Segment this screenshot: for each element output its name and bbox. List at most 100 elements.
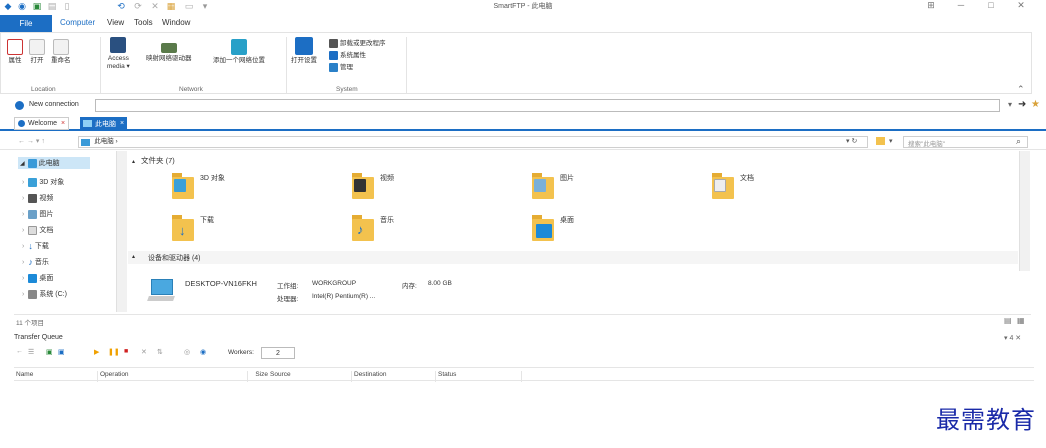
- quick-connect-icon[interactable]: ★: [1031, 99, 1040, 110]
- go-arrow-icon[interactable]: ➜: [1018, 99, 1026, 110]
- tree-item-3d-objects[interactable]: › 3D 对象: [22, 177, 64, 187]
- folders-header-label: 文件夹 (7): [141, 156, 175, 165]
- tab-tools[interactable]: Tools: [134, 18, 153, 27]
- map-drive-button[interactable]: 映射网络驱动器: [146, 43, 192, 63]
- content-scrollbar[interactable]: [1019, 151, 1030, 271]
- group-separator: [406, 37, 407, 93]
- folder-music[interactable]: ♪ 音乐: [352, 215, 394, 241]
- minimize-button[interactable]: ─: [946, 0, 976, 13]
- open-settings-button[interactable]: 打开设置: [291, 37, 317, 65]
- back-icon[interactable]: ←: [16, 348, 23, 355]
- close-tab-icon[interactable]: ×: [61, 120, 65, 127]
- network-drive-icon: [160, 43, 177, 53]
- tab-this-pc[interactable]: 此电脑 ×: [80, 117, 128, 130]
- file-menu[interactable]: File: [0, 15, 52, 32]
- properties-button[interactable]: 属性: [7, 39, 23, 65]
- open-label: 打开: [30, 57, 44, 64]
- column-source[interactable]: Source: [268, 371, 352, 382]
- rename-button[interactable]: 重命名: [51, 39, 71, 65]
- list-icon[interactable]: ☰: [28, 348, 34, 356]
- tree-scrollbar[interactable]: [116, 151, 127, 312]
- access-media-button[interactable]: Access media ▾: [107, 37, 130, 71]
- save-queue-icon[interactable]: ▣: [58, 348, 65, 356]
- close-tab-icon[interactable]: ×: [120, 120, 124, 127]
- move-icon[interactable]: ⇅: [157, 348, 163, 356]
- tree-item-music[interactable]: › ♪ 音乐: [22, 257, 49, 267]
- column-name[interactable]: Name: [14, 371, 98, 382]
- navigation-buttons[interactable]: ← → ▾ ↑: [18, 137, 45, 145]
- folder-icon: [712, 173, 734, 199]
- tree-item-downloads[interactable]: › ↓ 下载: [22, 241, 49, 251]
- column-size[interactable]: Size: [248, 371, 268, 382]
- settings-gear-icon: [295, 37, 313, 55]
- tree-item-videos[interactable]: › 视频: [22, 193, 53, 203]
- restore-button[interactable]: ⊞: [916, 0, 946, 13]
- load-queue-icon[interactable]: ▣: [46, 348, 53, 356]
- connection-bar: New connection ▾ ➜ ★: [0, 99, 1046, 113]
- chevron-down-icon[interactable]: ▾: [889, 137, 893, 145]
- folder-pictures[interactable]: 图片: [532, 173, 574, 199]
- connection-address-input[interactable]: [95, 99, 1000, 112]
- folder-nav-icon[interactable]: [876, 137, 885, 145]
- folder-videos[interactable]: 视频: [352, 173, 394, 199]
- details-view-icon[interactable]: ▤: [1004, 316, 1012, 325]
- folders-section-header[interactable]: ▴ 文件夹 (7): [132, 155, 175, 166]
- column-destination[interactable]: Destination: [352, 371, 436, 382]
- tree-item-label: 音乐: [34, 259, 49, 266]
- access-media-label-2: media ▾: [107, 63, 130, 70]
- search-input[interactable]: 搜索"此电脑": [903, 136, 1028, 148]
- remove-icon[interactable]: ✕: [141, 348, 147, 356]
- search-icon[interactable]: ⌕: [1016, 136, 1021, 147]
- transfer-queue-toolbar: ← ☰ ▣ ▣ ▶ ❚❚ ■ ✕ ⇅ ◎ ◉ Workers: 2: [14, 347, 1034, 361]
- document-tabs: Welcome × 此电脑 ×: [0, 116, 1046, 131]
- refresh-button[interactable]: ▾ ↻: [846, 137, 857, 145]
- computer-name[interactable]: DESKTOP-VN16FKH: [185, 279, 257, 288]
- system-properties-button[interactable]: 系统属性: [329, 49, 366, 60]
- column-operation[interactable]: Operation: [98, 371, 248, 382]
- collapse-icon: ▴: [132, 159, 136, 165]
- close-button[interactable]: ✕: [1006, 0, 1036, 13]
- tree-item-system-drive[interactable]: › 系统 (C:): [22, 289, 67, 299]
- tab-welcome[interactable]: Welcome ×: [14, 117, 70, 130]
- dropdown-icon[interactable]: ▾: [1008, 100, 1012, 109]
- tree-item-this-pc[interactable]: ◢ 此电脑: [18, 157, 90, 169]
- computer-device-icon[interactable]: [147, 279, 175, 305]
- folder-documents[interactable]: 文档: [712, 173, 754, 199]
- bandwidth-icon[interactable]: ◉: [200, 348, 206, 356]
- window-title: SmartFTP - 此电脑: [493, 3, 553, 10]
- folder-desktop[interactable]: 桌面: [532, 215, 574, 241]
- workers-stepper[interactable]: 2: [261, 347, 295, 359]
- maximize-button[interactable]: □: [976, 0, 1006, 13]
- tree-item-desktop[interactable]: › 桌面: [22, 273, 53, 283]
- tree-item-label: 视频: [39, 195, 54, 202]
- tab-this-pc-label: 此电脑: [95, 120, 116, 128]
- map-drive-label: 映射网络驱动器: [146, 55, 192, 62]
- column-status[interactable]: Status: [436, 371, 522, 382]
- tab-window[interactable]: Window: [162, 18, 190, 27]
- group-label-system: System: [336, 86, 358, 93]
- tree-item-documents[interactable]: › 文档: [22, 225, 53, 235]
- panel-controls[interactable]: ▾ 4 ✕: [1004, 334, 1021, 342]
- manage-button[interactable]: 管理: [329, 61, 353, 72]
- group-separator: [100, 37, 101, 93]
- folder-3d-objects[interactable]: 3D 对象: [172, 173, 225, 199]
- speed-icon[interactable]: ◎: [184, 348, 190, 356]
- address-path: 此电脑 ›: [94, 138, 118, 145]
- start-icon[interactable]: ▶: [94, 348, 99, 356]
- tiles-view-icon[interactable]: ▦: [1017, 316, 1025, 325]
- pause-icon[interactable]: ❚❚: [108, 348, 120, 356]
- tab-view[interactable]: View: [107, 18, 124, 27]
- devices-section-header[interactable]: ▴ 设备和驱动器 (4): [128, 251, 1018, 264]
- uninstall-button[interactable]: 卸载或更改程序: [329, 37, 386, 48]
- tab-computer[interactable]: Computer: [60, 18, 95, 27]
- info-icon: [18, 120, 25, 127]
- workers-label: Workers:: [228, 349, 254, 356]
- stop-icon[interactable]: ■: [124, 348, 128, 355]
- folder-downloads[interactable]: ↓ 下载: [172, 215, 214, 241]
- collapse-ribbon-icon[interactable]: ⌃: [1017, 84, 1025, 95]
- tree-item-pictures[interactable]: › 图片: [22, 209, 53, 219]
- tree-item-label: 下载: [34, 243, 49, 250]
- address-bar[interactable]: 此电脑 ›: [78, 136, 868, 148]
- open-button[interactable]: 打开: [29, 39, 45, 65]
- add-network-location-button[interactable]: 添加一个网络位置: [213, 39, 265, 65]
